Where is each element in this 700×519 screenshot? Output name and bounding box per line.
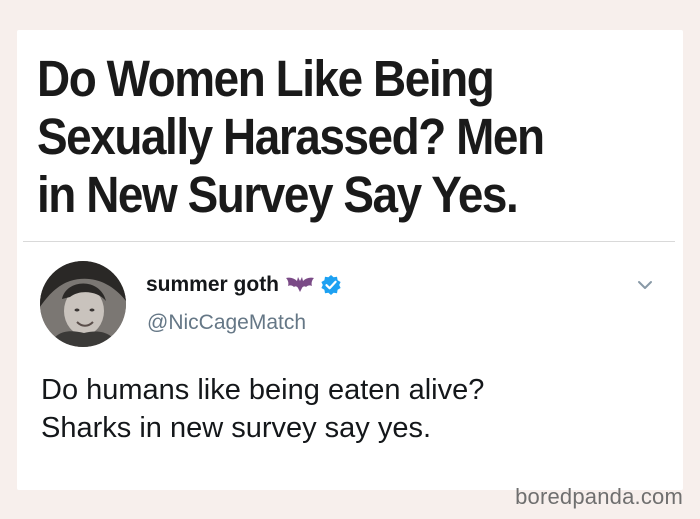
avatar-photo	[40, 261, 126, 347]
watermark: boredpanda.com	[515, 484, 683, 509]
verified-badge-icon	[320, 274, 342, 296]
article-headline: Do Women Like Being Sexually Harassed? M…	[37, 50, 545, 223]
tweet-text: Do humans like being eaten alive? Sharks…	[41, 371, 661, 447]
bat-icon	[285, 275, 315, 295]
chevron-down-icon[interactable]	[636, 278, 654, 292]
divider	[23, 241, 675, 242]
user-handle[interactable]: @NicCageMatch	[147, 311, 306, 335]
tweet-text-line-2: Sharks in new survey say yes.	[41, 412, 432, 444]
display-name[interactable]: summer goth	[146, 273, 279, 297]
avatar[interactable]	[40, 261, 126, 347]
tweet-text-line-1: Do humans like being eaten alive?	[41, 374, 485, 406]
display-name-row: summer goth	[146, 271, 342, 299]
